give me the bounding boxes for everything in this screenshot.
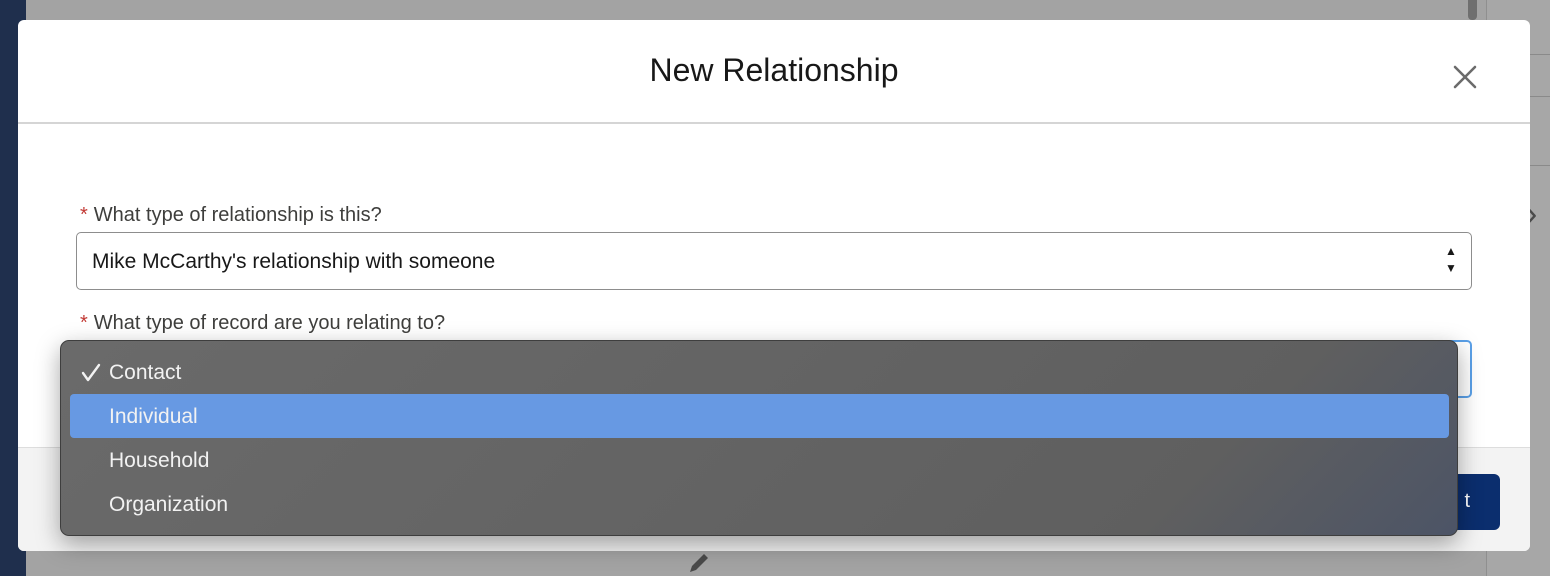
relationship-type-label-text: What type of relationship is this? (93, 204, 382, 226)
modal-header: New Relationship (18, 20, 1530, 124)
select-arrows-icon: ▲ ▼ (1445, 244, 1457, 275)
divider (1530, 54, 1550, 55)
option-label: Contact (109, 361, 182, 384)
required-marker: * (80, 312, 88, 334)
record-type-label: * What type of record are you relating to… (80, 312, 445, 335)
divider (1530, 96, 1550, 97)
option-label: Individual (109, 405, 198, 428)
option-label: Household (109, 449, 210, 472)
record-type-dropdown: Contact Individual Household Organizatio… (60, 340, 1458, 536)
option-individual[interactable]: Individual (70, 394, 1449, 438)
close-icon[interactable] (1450, 62, 1480, 92)
divider (1530, 165, 1550, 166)
option-household[interactable]: Household (70, 438, 1449, 482)
record-type-label-text: What type of record are you relating to? (93, 312, 446, 334)
pencil-icon[interactable] (686, 550, 712, 576)
scrollbar-thumb[interactable] (1468, 0, 1477, 20)
relationship-type-select[interactable]: Mike McCarthy's relationship with someon… (76, 232, 1472, 290)
option-contact[interactable]: Contact (70, 350, 1449, 394)
option-label: Organization (109, 493, 229, 516)
option-organization[interactable]: Organization (70, 482, 1449, 526)
relationship-type-label: * What type of relationship is this? (80, 204, 382, 227)
required-marker: * (80, 204, 88, 226)
checkmark-icon (81, 363, 101, 382)
modal-title: New Relationship (649, 52, 899, 88)
relationship-type-value: Mike McCarthy's relationship with someon… (92, 250, 496, 273)
